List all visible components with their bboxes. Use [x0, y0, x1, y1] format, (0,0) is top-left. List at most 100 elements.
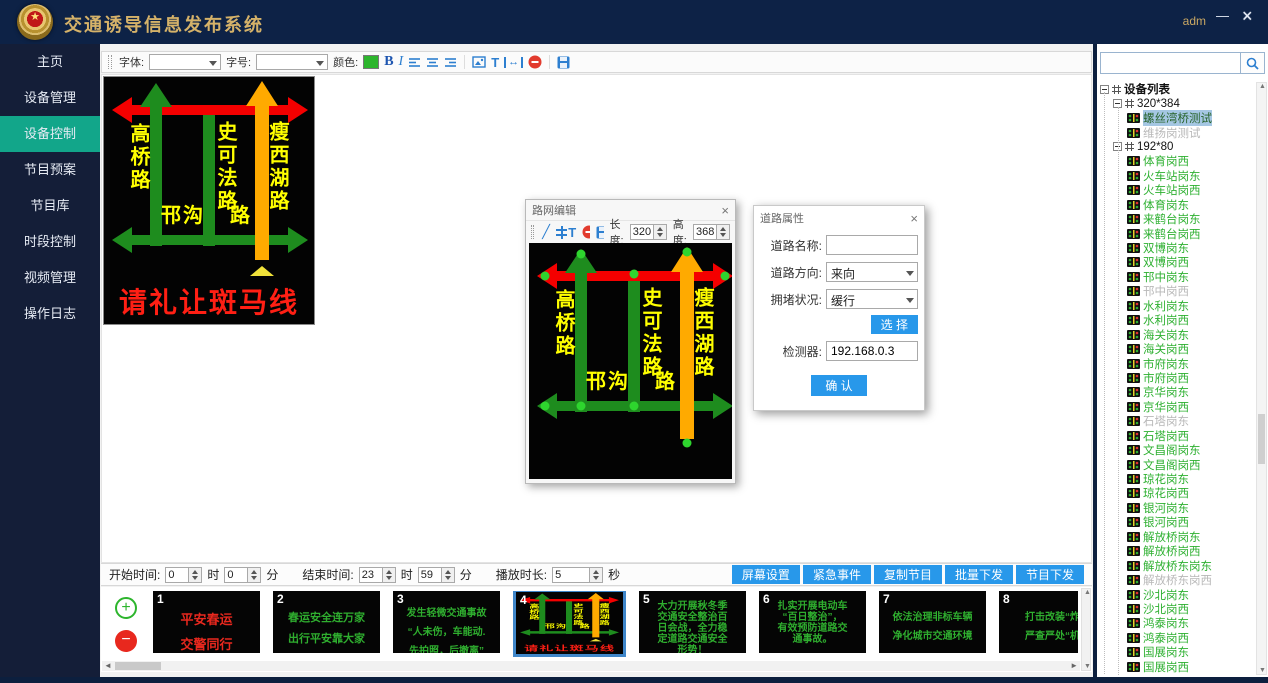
- scroll-up-icon[interactable]: ▲: [1084, 589, 1091, 596]
- scroll-down-icon[interactable]: ▼: [1084, 663, 1091, 670]
- delete-icon[interactable]: [582, 225, 590, 239]
- spinner-arrows[interactable]: [590, 567, 603, 583]
- device-item[interactable]: 火车站岗东: [1100, 169, 1255, 183]
- congestion-select[interactable]: 缓行: [826, 289, 918, 309]
- playlist-item-3[interactable]: 3发生轻微交通事故“人未伤，车能动.先拍照，后撤离”: [393, 591, 500, 653]
- device-name[interactable]: 国展岗西: [1143, 659, 1189, 675]
- spinner-arrows[interactable]: [654, 224, 667, 240]
- sidebar-item-program-plan[interactable]: 节目预案: [0, 152, 100, 188]
- scrollbar-thumb[interactable]: [115, 662, 161, 670]
- device-search-input[interactable]: [1100, 52, 1241, 74]
- network-edit-canvas[interactable]: 高桥路史可法路瘦西湖路邗沟路: [529, 243, 732, 479]
- align-right-icon[interactable]: [444, 57, 457, 68]
- start-hour-input[interactable]: [165, 567, 189, 583]
- device-item[interactable]: 国展岗东: [1100, 645, 1255, 659]
- scroll-up-icon[interactable]: ▲: [1259, 83, 1266, 90]
- duration-input[interactable]: [552, 567, 590, 583]
- device-item[interactable]: 解放桥岗东: [1100, 530, 1255, 544]
- device-item[interactable]: 水利岗东: [1100, 299, 1255, 313]
- device-item[interactable]: 市府岗东: [1100, 356, 1255, 370]
- copy-program-button[interactable]: 复制节目: [874, 565, 942, 584]
- device-item[interactable]: 鸿泰岗西: [1100, 631, 1255, 645]
- toolbar-grip[interactable]: [108, 55, 112, 69]
- device-item[interactable]: 火车站岗西: [1100, 183, 1255, 197]
- playlist-item-8[interactable]: 8打击改装“炸严查严处“机: [999, 591, 1078, 653]
- minimize-button[interactable]: —: [1216, 8, 1232, 23]
- device-item[interactable]: 海关岗东: [1100, 327, 1255, 341]
- select-detector-button[interactable]: 选 择: [871, 315, 918, 334]
- scroll-down-icon[interactable]: ▼: [1259, 667, 1266, 674]
- scroll-right-icon[interactable]: ►: [1070, 661, 1078, 671]
- dialog-titlebar[interactable]: 路网编辑 ×: [526, 200, 735, 220]
- dialog-close-icon[interactable]: ×: [910, 212, 918, 225]
- length-input[interactable]: [630, 224, 654, 240]
- batch-send-button[interactable]: 批量下发: [945, 565, 1013, 584]
- insert-image-icon[interactable]: [472, 56, 486, 68]
- device-item[interactable]: 双博岗东: [1100, 241, 1255, 255]
- playlist-item-6[interactable]: 6扎实开展电动车“百日整治”，有效预防道路交通事故。: [759, 591, 866, 653]
- device-item[interactable]: 体育岗东: [1100, 198, 1255, 212]
- device-item[interactable]: 水利岗西: [1100, 313, 1255, 327]
- device-name[interactable]: 维扬岗测试: [1143, 125, 1201, 141]
- confirm-button[interactable]: 确 认: [811, 375, 866, 396]
- spinner-arrows[interactable]: [383, 567, 396, 583]
- toolbar-grip[interactable]: [531, 225, 534, 239]
- sidebar-item-home[interactable]: 主页: [0, 44, 100, 80]
- remove-program-button[interactable]: −: [115, 630, 137, 652]
- device-item[interactable]: 维扬岗测试: [1100, 125, 1255, 139]
- sign-preview[interactable]: 高桥路史可法路瘦西湖路邗沟路请礼让斑马线: [103, 76, 315, 325]
- device-item[interactable]: 来鹤台岗东: [1100, 212, 1255, 226]
- screen-settings-button[interactable]: 屏幕设置: [732, 565, 800, 584]
- dialog-close-icon[interactable]: ×: [721, 204, 729, 217]
- spinner-arrows[interactable]: [717, 224, 730, 240]
- tree-root-label[interactable]: 设备列表: [1124, 82, 1170, 97]
- road-name-input[interactable]: [826, 235, 918, 255]
- align-left-icon[interactable]: [408, 57, 421, 68]
- group-label[interactable]: 192*80: [1137, 141, 1173, 153]
- scrollbar-thumb[interactable]: [1258, 414, 1265, 464]
- device-item[interactable]: 解放桥东岗西: [1100, 573, 1255, 587]
- dialog-titlebar[interactable]: 道路属性 ×: [760, 208, 918, 228]
- add-program-button[interactable]: +: [115, 597, 137, 619]
- spinner-arrows[interactable]: [189, 567, 202, 583]
- end-hour-input[interactable]: [359, 567, 383, 583]
- playlist-vertical-scrollbar[interactable]: ▲ ▼: [1081, 588, 1091, 671]
- device-item[interactable]: 石塔岗西: [1100, 429, 1255, 443]
- scroll-left-icon[interactable]: ◄: [104, 661, 112, 671]
- device-item[interactable]: 来鹤台岗西: [1100, 226, 1255, 240]
- search-button[interactable]: [1241, 52, 1265, 74]
- tree-scrollbar[interactable]: ▲ ▼: [1256, 82, 1267, 675]
- sidebar-item-program-library[interactable]: 节目库: [0, 188, 100, 224]
- device-item[interactable]: 沙北岗东: [1100, 587, 1255, 601]
- device-item[interactable]: 体育岗西: [1100, 154, 1255, 168]
- device-item[interactable]: 国展岗西: [1100, 660, 1255, 674]
- spacing-icon[interactable]: ↔: [504, 57, 523, 68]
- sidebar-item-video-management[interactable]: 视频管理: [0, 260, 100, 296]
- device-item[interactable]: 京华岗东: [1100, 385, 1255, 399]
- font-select[interactable]: [149, 54, 221, 70]
- device-item[interactable]: 螺丝湾桥测试: [1100, 111, 1255, 125]
- save-icon[interactable]: [596, 226, 603, 239]
- sidebar-item-operation-log[interactable]: 操作日志: [0, 296, 100, 332]
- device-group-320*384[interactable]: 320*384: [1100, 96, 1255, 110]
- device-item[interactable]: 琼花岗西: [1100, 486, 1255, 500]
- insert-text-icon[interactable]: T: [491, 55, 499, 70]
- playlist-item-7[interactable]: 7依法治理非标车辆净化城市交通环境: [879, 591, 986, 653]
- save-icon[interactable]: [557, 56, 570, 69]
- playlist-horizontal-scrollbar[interactable]: ◄ ►: [102, 661, 1080, 671]
- sidebar-item-device-control[interactable]: 设备控制: [0, 116, 100, 152]
- group-label[interactable]: 320*384: [1137, 98, 1180, 110]
- anchor-icon[interactable]: [556, 226, 562, 239]
- spinner-arrows[interactable]: [248, 567, 261, 583]
- height-input[interactable]: [693, 224, 717, 240]
- road-direction-select[interactable]: 来向: [826, 262, 918, 282]
- device-item[interactable]: 文昌阁岗东: [1100, 443, 1255, 457]
- playlist-item-1[interactable]: 1平安春运交警同行: [153, 591, 260, 653]
- device-item[interactable]: 银河岗东: [1100, 501, 1255, 515]
- device-item[interactable]: 鸿泰岗东: [1100, 616, 1255, 630]
- device-item[interactable]: 解放桥岗西: [1100, 544, 1255, 558]
- insert-text-icon[interactable]: T: [568, 225, 576, 240]
- align-center-icon[interactable]: [426, 57, 439, 68]
- end-minute-input[interactable]: [418, 567, 442, 583]
- device-item[interactable]: 银河岗西: [1100, 515, 1255, 529]
